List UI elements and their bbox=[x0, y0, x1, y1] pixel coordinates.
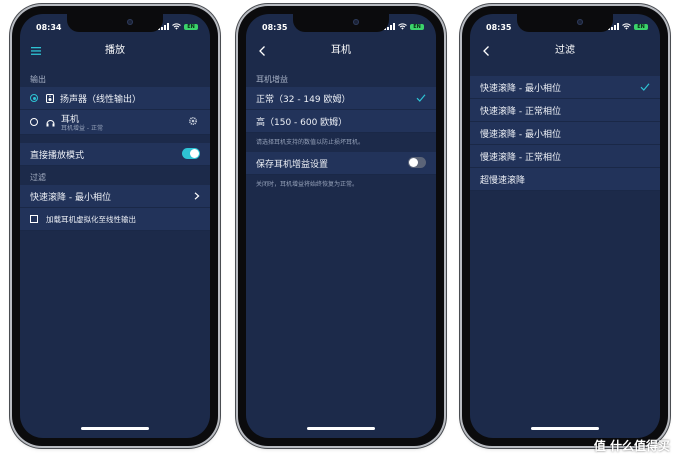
headphone-sub-label: 耳机增益 - 正常 bbox=[61, 124, 103, 132]
page-title: 播放 bbox=[105, 45, 125, 56]
phone-playback: 08:34 EN 播放 输出 扬声器（线性输出） 耳机 耳机增益 - 正常 直接… bbox=[12, 6, 218, 446]
playback-content: 输出 扬声器（线性输出） 耳机 耳机增益 - 正常 直接播放模式 过滤 快速滚降… bbox=[20, 70, 210, 438]
gain-option-normal[interactable]: 正常（32 - 149 欧姆） bbox=[246, 87, 436, 110]
filter-option[interactable]: 快速滚降 - 正常相位 bbox=[470, 99, 660, 122]
filter-value: 快速滚降 - 最小相位 bbox=[30, 192, 111, 203]
nav-bar: 播放 bbox=[20, 36, 210, 66]
battery-icon: EN bbox=[634, 23, 648, 30]
direct-mode-toggle[interactable] bbox=[182, 148, 200, 159]
chevron-right-icon bbox=[194, 192, 200, 200]
speaker-option[interactable]: 扬声器（线性输出） bbox=[20, 87, 210, 110]
back-chevron-icon[interactable] bbox=[256, 44, 270, 58]
wifi-icon bbox=[622, 23, 631, 30]
playback-screen: 08:34 EN 播放 输出 扬声器（线性输出） 耳机 耳机增益 - 正常 直接… bbox=[20, 14, 210, 438]
notch bbox=[67, 14, 163, 32]
home-indicator[interactable] bbox=[531, 427, 599, 430]
phone-headphone: 08:35 EN 耳机 耳机增益 正常（32 - 149 欧姆） 高（150 -… bbox=[238, 6, 444, 446]
virtualize-row[interactable]: 加载耳机虚拟化至线性输出 bbox=[20, 208, 210, 231]
watermark-text: 值 什么值得买 bbox=[593, 439, 670, 453]
battery-icon: EN bbox=[410, 23, 424, 30]
filter-option-label: 慢速滚降 - 最小相位 bbox=[480, 129, 561, 140]
headphone-content: 耳机增益 正常（32 - 149 欧姆） 高（150 - 600 欧姆） 请选择… bbox=[246, 70, 436, 438]
filter-option-label: 超慢速滚降 bbox=[480, 175, 526, 186]
checkmark-icon bbox=[416, 94, 426, 102]
gain-option-high[interactable]: 高（150 - 600 欧姆） bbox=[246, 110, 436, 133]
filter-option-label: 快速滚降 - 最小相位 bbox=[480, 83, 561, 94]
notch bbox=[293, 14, 389, 32]
filter-screen: 08:35 EN 过滤 快速滚降 - 最小相位 快速滚降 - 正常相位 慢速滚降… bbox=[470, 14, 660, 438]
save-gain-label: 保存耳机增益设置 bbox=[256, 159, 329, 170]
wifi-icon bbox=[398, 23, 407, 30]
filter-option[interactable]: 超慢速滚降 bbox=[470, 168, 660, 191]
battery-icon: EN bbox=[184, 23, 198, 30]
filter-option[interactable]: 慢速滚降 - 正常相位 bbox=[470, 145, 660, 168]
filter-option-label: 快速滚降 - 正常相位 bbox=[480, 106, 561, 117]
gain-option-high-label: 高（150 - 600 欧姆） bbox=[256, 117, 348, 128]
output-section-label: 输出 bbox=[30, 75, 46, 84]
direct-mode-row: 直接播放模式 bbox=[20, 143, 210, 166]
home-indicator[interactable] bbox=[81, 427, 149, 430]
phone-filter: 08:35 EN 过滤 快速滚降 - 最小相位 快速滚降 - 正常相位 慢速滚降… bbox=[462, 6, 668, 446]
watermark: 值 什么值得买 bbox=[594, 437, 670, 454]
status-time: 08:35 bbox=[486, 23, 512, 32]
gain-section-label: 耳机增益 bbox=[256, 75, 288, 84]
back-chevron-icon[interactable] bbox=[480, 44, 494, 58]
headphone-option[interactable]: 耳机 耳机增益 - 正常 bbox=[20, 110, 210, 135]
headphone-radio[interactable] bbox=[30, 118, 38, 126]
filter-option-label: 慢速滚降 - 正常相位 bbox=[480, 152, 561, 163]
notch bbox=[517, 14, 613, 32]
status-time: 08:35 bbox=[262, 23, 288, 32]
filter-section-label: 过滤 bbox=[30, 173, 46, 182]
filter-row[interactable]: 快速滚降 - 最小相位 bbox=[20, 185, 210, 208]
headphone-label: 耳机 bbox=[61, 114, 80, 125]
filter-option[interactable]: 快速滚降 - 最小相位 bbox=[470, 76, 660, 99]
nav-bar: 过滤 bbox=[470, 36, 660, 66]
page-title: 耳机 bbox=[331, 45, 351, 56]
menu-icon[interactable] bbox=[30, 44, 44, 58]
speaker-radio[interactable] bbox=[30, 94, 38, 102]
headphone-icon bbox=[46, 119, 55, 126]
home-indicator[interactable] bbox=[307, 427, 375, 430]
checkmark-icon bbox=[640, 83, 650, 91]
virtualize-label: 加载耳机虚拟化至线性输出 bbox=[46, 214, 136, 224]
page-title: 过滤 bbox=[555, 45, 575, 56]
gain-note: 请选择耳机支持的数值以防止损坏耳机。 bbox=[256, 139, 365, 146]
speaker-icon bbox=[46, 93, 54, 103]
status-time: 08:34 bbox=[36, 23, 62, 32]
virtualize-checkbox[interactable] bbox=[30, 215, 38, 223]
save-gain-toggle[interactable] bbox=[408, 157, 426, 168]
direct-mode-label: 直接播放模式 bbox=[30, 150, 85, 161]
filter-option[interactable]: 慢速滚降 - 最小相位 bbox=[470, 122, 660, 145]
gain-option-normal-label: 正常（32 - 149 欧姆） bbox=[256, 94, 351, 105]
nav-bar: 耳机 bbox=[246, 36, 436, 66]
save-gain-note: 关闭时，耳机增益将始终恢复为正常。 bbox=[256, 181, 359, 188]
wifi-icon bbox=[172, 23, 181, 30]
filter-content: 快速滚降 - 最小相位 快速滚降 - 正常相位 慢速滚降 - 最小相位 慢速滚降… bbox=[470, 76, 660, 438]
headphone-screen: 08:35 EN 耳机 耳机增益 正常（32 - 149 欧姆） 高（150 -… bbox=[246, 14, 436, 438]
gear-icon[interactable] bbox=[188, 116, 198, 126]
save-gain-row: 保存耳机增益设置 bbox=[246, 152, 436, 175]
speaker-label: 扬声器（线性输出） bbox=[60, 94, 142, 105]
